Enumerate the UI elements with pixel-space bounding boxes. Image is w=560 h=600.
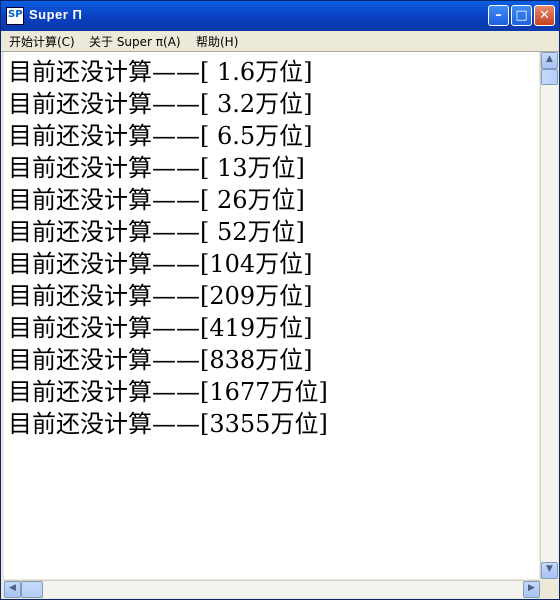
output-line: 目前还没计算——[ 26万位] [8, 186, 305, 214]
output-line: 目前还没计算——[419万位] [8, 314, 313, 342]
output-line: 目前还没计算——[ 3.2万位] [8, 90, 313, 118]
horizontal-scroll-thumb[interactable] [21, 581, 43, 598]
menu-start-calculation[interactable]: 开始计算(C) [9, 33, 75, 50]
output-line: 目前还没计算——[ 1.6万位] [8, 58, 313, 86]
vertical-scrollbar[interactable]: ▲ ▼ [540, 52, 558, 579]
maximize-button[interactable]: □ [511, 5, 532, 26]
output-line: 目前还没计算——[838万位] [8, 346, 313, 374]
menu-help[interactable]: 帮助(H) [196, 33, 238, 50]
output-line: 目前还没计算——[3355万位] [8, 410, 328, 438]
output-line: 目前还没计算——[104万位] [8, 250, 313, 278]
minimize-button[interactable]: – [488, 5, 509, 26]
close-button[interactable]: ✕ [534, 5, 555, 26]
vertical-scroll-thumb[interactable] [541, 69, 558, 85]
output-line: 目前还没计算——[ 13万位] [8, 154, 305, 182]
output-line: 目前还没计算——[1677万位] [8, 378, 328, 406]
scroll-up-button[interactable]: ▲ [541, 52, 558, 69]
arrow-up-icon: ▲ [546, 54, 553, 64]
app-icon-label: SP [8, 9, 23, 20]
horizontal-scrollbar[interactable]: ◀ ▶ [4, 580, 540, 598]
arrow-down-icon: ▼ [546, 564, 553, 574]
title-bar[interactable]: SP Super Π – □ ✕ [1, 1, 559, 31]
output-line: 目前还没计算——[209万位] [8, 282, 313, 310]
scroll-left-button[interactable]: ◀ [4, 581, 21, 598]
output-line: 目前还没计算——[ 6.5万位] [8, 122, 313, 150]
scroll-down-button[interactable]: ▼ [541, 562, 558, 579]
arrow-right-icon: ▶ [528, 583, 535, 593]
menu-about[interactable]: 关于 Super π(A) [89, 33, 181, 50]
scroll-right-button[interactable]: ▶ [523, 581, 540, 598]
app-icon[interactable]: SP [6, 7, 24, 25]
menu-bar: 开始计算(C) 关于 Super π(A) 帮助(H) [1, 31, 559, 52]
output-text-area[interactable]: 目前还没计算——[ 1.6万位] 目前还没计算——[ 3.2万位] 目前还没计算… [4, 52, 539, 579]
resize-grip[interactable] [540, 580, 557, 597]
output-line: 目前还没计算——[ 52万位] [8, 218, 305, 246]
window-title: Super Π [29, 7, 83, 22]
arrow-left-icon: ◀ [9, 583, 16, 593]
super-pi-window: SP Super Π – □ ✕ 开始计算(C) 关于 Super π(A) 帮… [0, 0, 560, 600]
